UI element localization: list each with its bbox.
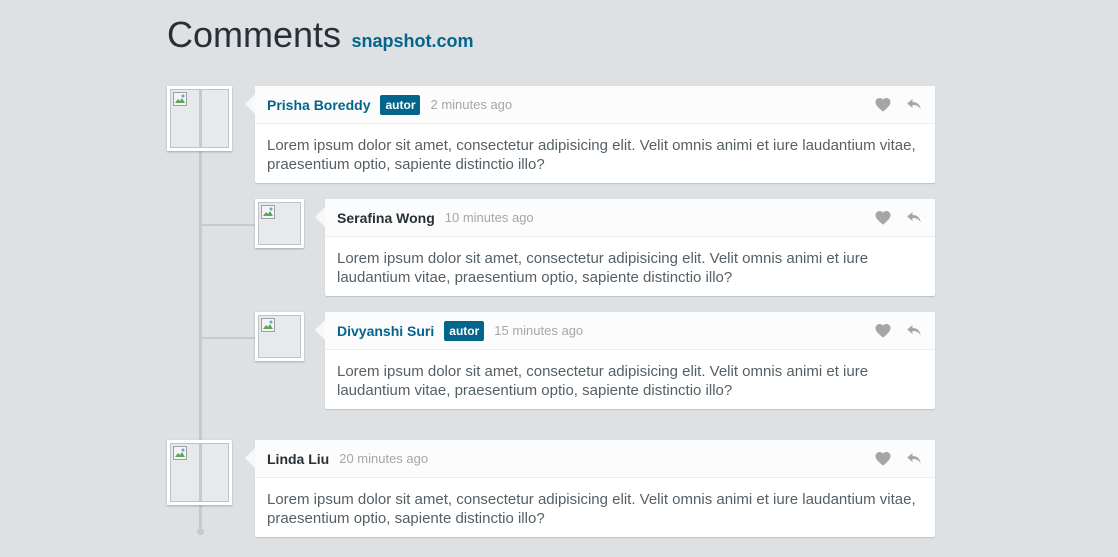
thread-end-dot	[197, 528, 204, 535]
comment-header: Prisha Boreddy autor 2 minutes ago	[255, 86, 935, 124]
broken-image-icon	[173, 92, 187, 106]
avatar[interactable]	[255, 199, 304, 248]
comment-header: Serafina Wong 10 minutes ago	[325, 199, 935, 237]
comment-author[interactable]: Prisha Boreddy	[267, 97, 370, 113]
comment-text: Lorem ipsum dolor sit amet, consectetur …	[267, 137, 916, 173]
reply-icon[interactable]	[905, 96, 923, 114]
heart-icon[interactable]	[874, 209, 892, 227]
comment-time: 2 minutes ago	[430, 97, 513, 112]
reply-icon[interactable]	[905, 209, 923, 227]
broken-image-icon	[173, 446, 187, 460]
reply-card: Divyanshi Suri autor 15 minutes ago Lore…	[315, 312, 935, 409]
site-link[interactable]: snapshot.com	[352, 31, 474, 51]
reply-connector	[201, 337, 257, 339]
heart-icon[interactable]	[874, 96, 892, 114]
heart-icon[interactable]	[874, 322, 892, 340]
reply-icon[interactable]	[905, 450, 923, 468]
comments-page: Comments snapshot.com Prisha Boreddy aut…	[0, 0, 1118, 557]
comment-author[interactable]: Divyanshi Suri	[337, 323, 434, 339]
comment-header: Linda Liu 20 minutes ago	[255, 440, 935, 478]
heart-icon[interactable]	[874, 450, 892, 468]
comment-header: Divyanshi Suri autor 15 minutes ago	[325, 312, 935, 350]
broken-image-icon	[261, 318, 275, 332]
reply-connector	[201, 224, 257, 226]
comment-time: 15 minutes ago	[494, 323, 584, 338]
comment-author[interactable]: Linda Liu	[267, 451, 329, 467]
comment-time: 20 minutes ago	[339, 451, 429, 466]
comment-text: Lorem ipsum dolor sit amet, consectetur …	[267, 491, 916, 527]
page-title: Comments	[167, 14, 342, 55]
comment-time: 10 minutes ago	[444, 210, 534, 225]
reply-icon[interactable]	[905, 322, 923, 340]
comment-card: Linda Liu 20 minutes ago Lorem ipsum dol…	[245, 440, 935, 537]
comment-text: Lorem ipsum dolor sit amet, consectetur …	[337, 250, 869, 286]
avatar[interactable]	[167, 86, 232, 151]
broken-image-icon	[261, 205, 275, 219]
page-heading: Comments snapshot.com	[167, 14, 474, 56]
avatar[interactable]	[167, 440, 232, 505]
comment-card: Prisha Boreddy autor 2 minutes ago Lorem…	[245, 86, 935, 183]
comment-author[interactable]: Serafina Wong	[337, 210, 435, 226]
author-badge: autor	[380, 94, 421, 115]
comment-text: Lorem ipsum dolor sit amet, consectetur …	[337, 363, 869, 399]
author-badge: autor	[444, 320, 485, 341]
avatar[interactable]	[255, 312, 304, 361]
reply-card: Serafina Wong 10 minutes ago Lorem ipsum…	[315, 199, 935, 296]
